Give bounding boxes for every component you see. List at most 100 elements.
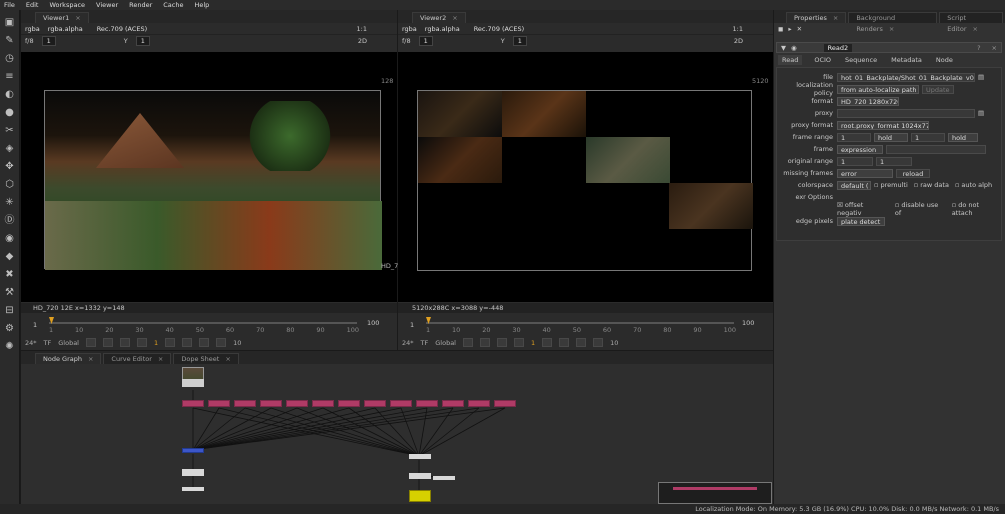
colorspace-dropdown[interactable]: Rec.709 (ACES) — [97, 25, 148, 33]
pink-node[interactable] — [338, 400, 360, 407]
metadata-icon[interactable]: ◆ — [3, 250, 16, 263]
frame-range-end[interactable]: 1 — [911, 132, 945, 142]
cara-icon[interactable]: ⚙ — [3, 322, 16, 335]
next-key-button[interactable] — [576, 338, 587, 347]
y-input[interactable]: 1 — [135, 36, 150, 46]
clock-icon[interactable]: ◷ — [3, 52, 16, 65]
tab-dope-sheet[interactable]: Dope Sheet × — [173, 353, 239, 364]
y-input[interactable]: 1 — [512, 36, 527, 46]
proxy-input[interactable] — [837, 108, 975, 118]
gray-node[interactable] — [409, 473, 431, 479]
increment-field[interactable]: 10 — [233, 339, 241, 347]
tab-background-renders[interactable]: Background Renders × — [848, 12, 938, 33]
menu-render[interactable]: Render — [129, 1, 152, 9]
gray-node[interactable] — [182, 469, 204, 476]
frame-dropdown[interactable]: expression — [837, 144, 883, 154]
auto-alpha-checkbox[interactable]: ▫ auto alph — [955, 181, 992, 189]
colorspace-dropdown[interactable]: Rec.709 (ACES) — [474, 25, 525, 33]
range-end[interactable]: 100 — [367, 319, 379, 327]
fstop-field[interactable]: f/8 — [25, 37, 34, 45]
tab-viewer2[interactable]: Viewer2 × — [412, 12, 466, 23]
tab-metadata[interactable]: Metadata — [889, 55, 924, 65]
keyer-icon[interactable]: ✂ — [3, 124, 16, 137]
global-dropdown[interactable]: Global — [435, 339, 456, 347]
image-icon[interactable]: ▣ — [3, 16, 16, 29]
alpha-dropdown[interactable]: rgba.alpha — [48, 25, 83, 33]
colorspace-dropdown[interactable]: default ( — [837, 180, 871, 190]
pink-node[interactable] — [468, 400, 490, 407]
last-frame-button[interactable] — [216, 338, 227, 347]
first-frame-button[interactable] — [86, 338, 96, 347]
increment-field[interactable]: 10 — [610, 339, 618, 347]
transform-icon[interactable]: ✥ — [3, 160, 16, 173]
close-icon[interactable]: × — [88, 355, 93, 363]
viewer2-timeline[interactable]: 1 100 1 10 20 30 40 50 60 70 80 90 100 — [398, 314, 773, 334]
pink-node[interactable] — [208, 400, 230, 407]
step-back-button[interactable] — [120, 338, 130, 347]
prev-key-button[interactable] — [480, 338, 490, 347]
pink-node[interactable] — [260, 400, 282, 407]
alpha-dropdown[interactable]: rgba.alpha — [425, 25, 460, 33]
pink-node[interactable] — [442, 400, 464, 407]
reload-button[interactable]: reload — [896, 168, 930, 178]
channels-dropdown[interactable]: rgba — [402, 25, 417, 33]
3d-icon[interactable]: ⬡ — [3, 178, 16, 191]
read-node[interactable] — [182, 379, 204, 387]
tf-dropdown[interactable]: TF — [421, 339, 429, 347]
play-button[interactable] — [542, 338, 553, 347]
tf-dropdown[interactable]: TF — [44, 339, 52, 347]
particles-icon[interactable]: ✳ — [3, 196, 16, 209]
toolsets-icon[interactable]: ✖ — [3, 268, 16, 281]
close-icon[interactable]: × — [992, 44, 997, 52]
missing-frames-dropdown[interactable]: error — [837, 168, 893, 178]
next-key-button[interactable] — [199, 338, 210, 347]
pink-node[interactable] — [494, 400, 516, 407]
prev-key-button[interactable] — [103, 338, 113, 347]
pink-node[interactable] — [416, 400, 438, 407]
timeline-track[interactable] — [426, 322, 734, 324]
fstop-field[interactable]: f/8 — [402, 37, 411, 45]
tab-read[interactable]: Read — [778, 55, 803, 65]
pin-icon[interactable]: ✕ — [797, 25, 802, 33]
close-icon[interactable]: × — [973, 25, 978, 33]
pink-node[interactable] — [234, 400, 256, 407]
original-range-end[interactable]: 1 — [876, 156, 912, 166]
gray-node[interactable] — [182, 487, 204, 491]
disable-use-of-checkbox[interactable]: ▫ disable use of — [895, 201, 946, 217]
step-back-button[interactable] — [497, 338, 507, 347]
views-icon[interactable]: ◉ — [3, 232, 16, 245]
fps-dropdown[interactable]: 24* — [402, 339, 414, 347]
menu-file[interactable]: File — [4, 1, 15, 9]
other-icon[interactable]: ⚒ — [3, 286, 16, 299]
tab-node-graph[interactable]: Node Graph × — [35, 353, 102, 364]
localization-dropdown[interactable]: from auto-localize path — [837, 84, 919, 94]
channel-icon[interactable]: ≡ — [3, 70, 16, 83]
close-icon[interactable]: × — [158, 355, 163, 363]
mode-dropdown[interactable]: 2D — [358, 37, 367, 45]
close-icon[interactable]: × — [889, 25, 894, 33]
pink-node[interactable] — [182, 400, 204, 407]
range-start[interactable]: 1 — [410, 321, 414, 329]
close-icon[interactable]: × — [225, 355, 230, 363]
frame-input[interactable]: 1 — [418, 36, 433, 46]
pink-node[interactable] — [312, 400, 334, 407]
navigator-minimap[interactable] — [658, 482, 772, 504]
filter-icon[interactable]: ● — [3, 106, 16, 119]
viewer1-canvas[interactable]: 128 HD_7 — [21, 52, 398, 302]
mode-dropdown[interactable]: 2D — [734, 37, 743, 45]
pink-node[interactable] — [364, 400, 386, 407]
expand-icon[interactable]: ▼ — [781, 44, 786, 52]
global-dropdown[interactable]: Global — [58, 339, 79, 347]
tab-curve-editor[interactable]: Curve Editor × — [103, 353, 172, 364]
tab-script-editor[interactable]: Script Editor × — [939, 12, 1003, 33]
channels-dropdown[interactable]: rgba — [25, 25, 40, 33]
proxy-format-dropdown[interactable]: root.proxy_format 1024x778 — [837, 120, 929, 130]
premultiplied-checkbox[interactable]: ▫ premulti — [874, 181, 908, 189]
tab-ocio[interactable]: OCIO — [812, 55, 833, 65]
color-icon[interactable]: ◐ — [3, 88, 16, 101]
gray-node[interactable] — [409, 454, 431, 459]
update-button[interactable]: Update — [922, 84, 954, 94]
help-icon[interactable]: ? — [977, 44, 980, 52]
node-color-icon[interactable]: ◉ — [791, 44, 797, 52]
do-not-attach-checkbox[interactable]: ▫ do not attach — [952, 201, 1001, 217]
